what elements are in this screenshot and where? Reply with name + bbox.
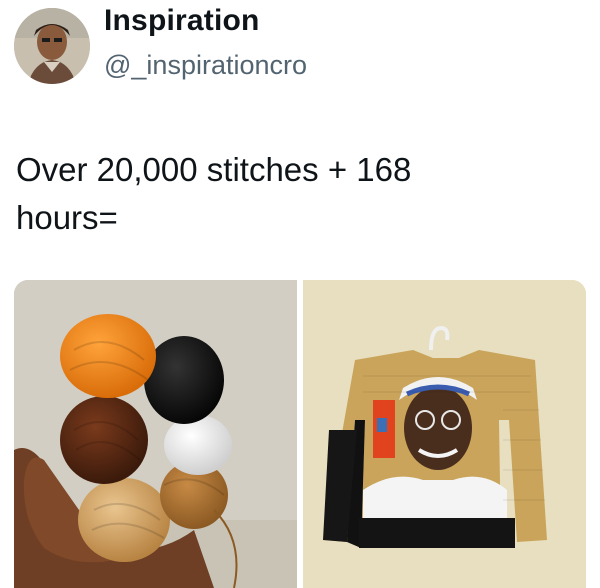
yarn-balls-photo[interactable] xyxy=(14,280,297,588)
sweater-icon xyxy=(303,280,586,588)
tweet-text: Over 20,000 stitches + 168 hours= xyxy=(16,151,412,236)
author-display-name[interactable]: Inspiration xyxy=(104,4,260,38)
crochet-sweater-photo[interactable] xyxy=(303,280,586,588)
avatar[interactable] xyxy=(14,8,90,84)
yarn-icon xyxy=(14,280,297,588)
author-handle[interactable]: @_inspirationcro xyxy=(104,50,307,81)
